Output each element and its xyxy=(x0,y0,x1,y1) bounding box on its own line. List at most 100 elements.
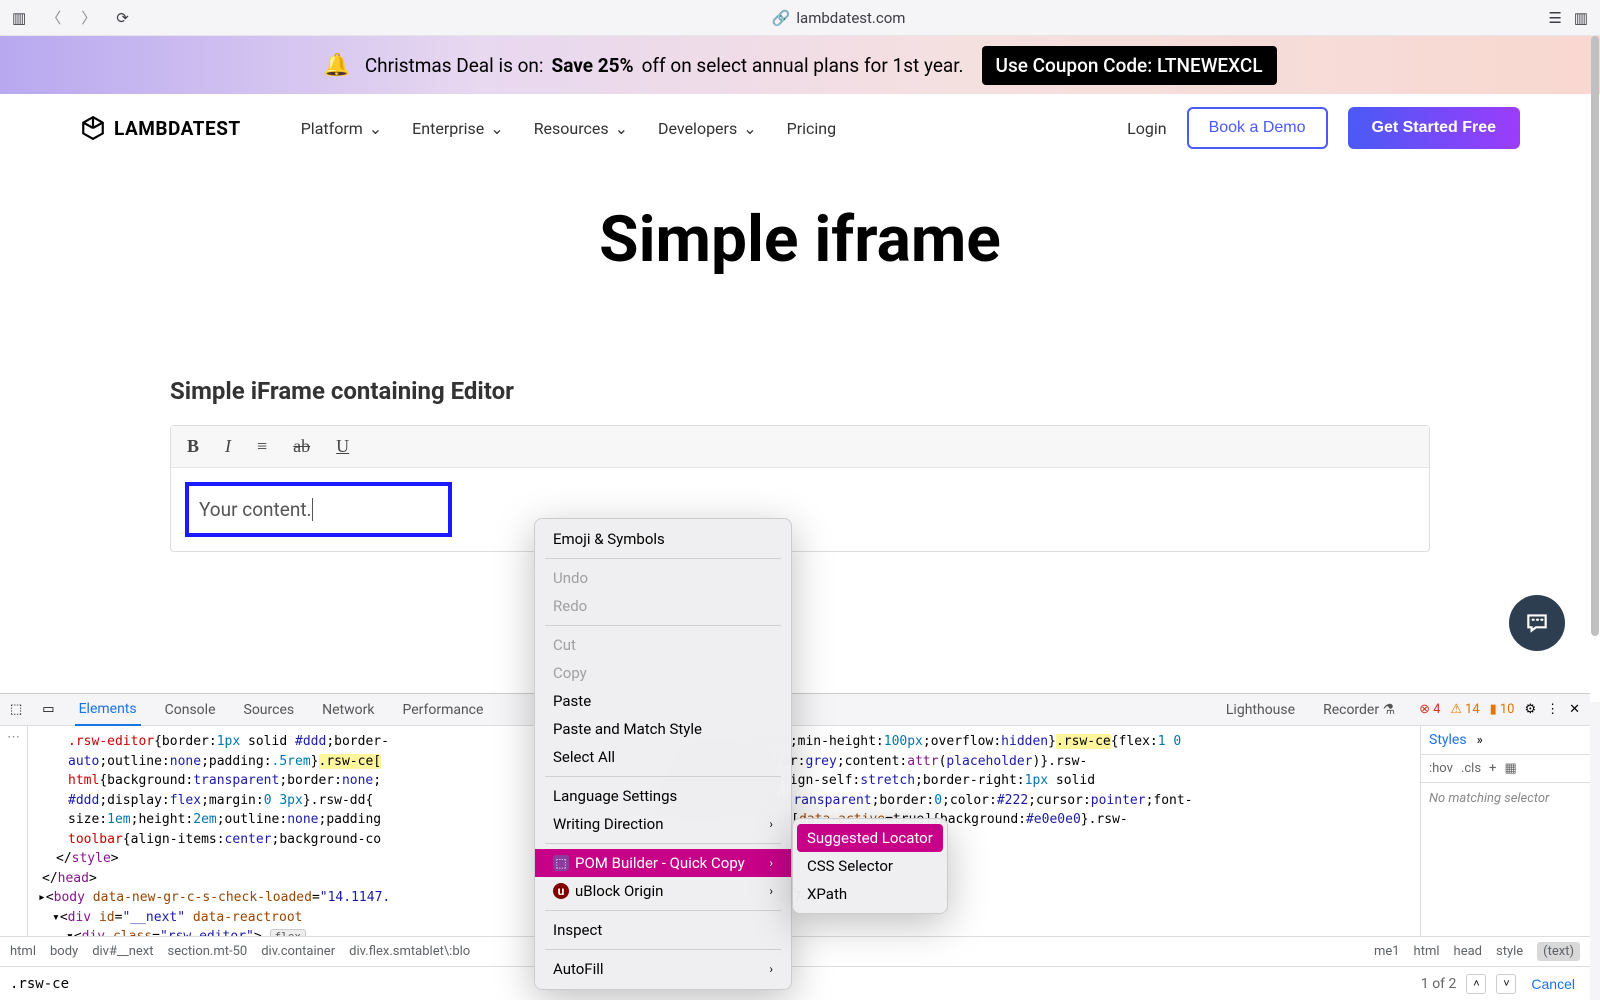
chevron-right-icon: › xyxy=(769,884,773,898)
styles-tab[interactable]: Styles xyxy=(1429,732,1467,748)
tabs-icon[interactable]: ▥ xyxy=(1574,9,1588,27)
pom-submenu: Suggested Locator CSS Selector XPath xyxy=(792,818,948,914)
cm-copy: Copy xyxy=(535,659,791,687)
cm-emoji[interactable]: Emoji & Symbols xyxy=(535,525,791,553)
no-match-msg: No matching selector xyxy=(1421,783,1590,814)
cm-ublock[interactable]: uuBlock Origin› xyxy=(535,877,791,905)
crumb[interactable]: html xyxy=(1414,944,1440,959)
cm-inspect[interactable]: Inspect xyxy=(535,916,791,944)
dt-search-bar: 1 of 2 ˄ ˅ Cancel xyxy=(0,966,1590,1000)
device-toggle-icon[interactable]: ▭ xyxy=(42,702,54,717)
chevron-down-icon: ⌄ xyxy=(743,119,756,138)
get-started-button[interactable]: Get Started Free xyxy=(1348,107,1520,149)
bold-button[interactable]: B xyxy=(187,436,199,457)
chat-icon xyxy=(1524,610,1550,636)
dt-breadcrumbs[interactable]: html body div#__next section.mt-50 div.c… xyxy=(0,936,1590,966)
cm-lang[interactable]: Language Settings xyxy=(535,782,791,810)
nav-platform[interactable]: Platform⌄ xyxy=(301,119,382,138)
cm-writing[interactable]: Writing Direction› xyxy=(535,810,791,838)
dt-search-next[interactable]: ˅ xyxy=(1496,974,1516,994)
cm-cut: Cut xyxy=(535,631,791,659)
cm-select-all[interactable]: Select All xyxy=(535,743,791,771)
chevron-right-icon: › xyxy=(769,856,773,870)
nav-enterprise[interactable]: Enterprise⌄ xyxy=(412,119,504,138)
dt-search-cancel[interactable]: Cancel xyxy=(1530,975,1576,993)
page-scrollbar[interactable] xyxy=(1590,36,1600,696)
back-icon[interactable]: 〈 xyxy=(46,7,61,28)
cm-paste[interactable]: Paste xyxy=(535,687,791,715)
url-text[interactable]: lambdatest.com xyxy=(796,9,905,27)
editor-toolbar: B I ≡ ab U xyxy=(171,426,1429,468)
promo-suffix: off on select annual plans for 1st year. xyxy=(642,54,964,77)
browser-toolbar: ▥ 〈 〉 ⟳ 🔗 lambdatest.com ☰ ▥ xyxy=(0,0,1600,36)
crumb[interactable]: body xyxy=(50,944,78,959)
cls-toggle[interactable]: .cls xyxy=(1461,761,1481,776)
dt-tab-sources[interactable]: Sources xyxy=(240,695,299,725)
nav-developers[interactable]: Developers⌄ xyxy=(658,119,757,138)
nav-pricing[interactable]: Pricing xyxy=(787,119,837,138)
sidebar-toggle-icon[interactable]: ▥ xyxy=(12,9,26,27)
crumb-selected[interactable]: (text) xyxy=(1537,942,1580,961)
filter-icon[interactable]: ▦ xyxy=(1504,761,1516,776)
cm-undo: Undo xyxy=(535,564,791,592)
cm-pom[interactable]: ⬚POM Builder - Quick Copy› xyxy=(535,849,791,877)
italic-button[interactable]: I xyxy=(225,436,231,457)
crumb[interactable]: div.container xyxy=(261,944,335,959)
page-content: Simple iframe Simple iFrame containing E… xyxy=(0,162,1600,702)
cm-redo: Redo xyxy=(535,592,791,620)
dt-tab-lighthouse[interactable]: Lighthouse xyxy=(1222,695,1299,725)
nav-resources[interactable]: Resources⌄ xyxy=(534,119,628,138)
styles-more-icon[interactable]: » xyxy=(1477,733,1483,748)
dt-tab-recorder[interactable]: Recorder ⚗ xyxy=(1319,695,1399,725)
dt-search-prev[interactable]: ˄ xyxy=(1466,974,1486,994)
strike-button[interactable]: ab xyxy=(293,436,310,457)
reader-icon[interactable]: ☰ xyxy=(1548,9,1561,27)
crumb[interactable]: html xyxy=(10,944,36,959)
dt-tab-elements[interactable]: Elements xyxy=(75,694,141,726)
sm-xpath[interactable]: XPath xyxy=(793,880,947,908)
info-badge[interactable]: ▮ 10 xyxy=(1490,702,1515,717)
more-icon[interactable]: ⋮ xyxy=(1546,702,1559,717)
forward-icon[interactable]: 〉 xyxy=(81,7,96,28)
link-icon: 🔗 xyxy=(772,9,791,27)
close-icon[interactable]: ✕ xyxy=(1569,702,1580,717)
warning-badge[interactable]: ⚠ 14 xyxy=(1450,702,1479,717)
crumb[interactable]: div.flex.smtablet\:blo xyxy=(349,944,470,959)
chat-bubble[interactable] xyxy=(1509,595,1565,651)
editor-highlighted[interactable]: Your content. xyxy=(185,482,452,537)
inspect-icon[interactable]: ⬚ xyxy=(10,702,22,717)
crumb[interactable]: section.mt-50 xyxy=(168,944,248,959)
crumb[interactable]: div#__next xyxy=(92,944,153,959)
error-badge[interactable]: ⊗ 4 xyxy=(1419,702,1440,717)
logo-text: LAMBDATEST xyxy=(114,117,241,140)
devtools-tabs: ⬚ ▭ Elements Console Sources Network Per… xyxy=(0,694,1590,726)
crumb[interactable]: style xyxy=(1496,944,1523,959)
crumb[interactable]: me1 xyxy=(1374,944,1400,959)
page-title: Simple iframe xyxy=(0,202,1600,277)
dt-tab-console[interactable]: Console xyxy=(161,695,220,725)
sm-suggested[interactable]: Suggested Locator xyxy=(797,824,943,852)
editor-content[interactable]: Your content. xyxy=(171,468,1429,551)
dt-styles-panel: Styles » :hov .cls + ▦ No matching selec… xyxy=(1420,726,1590,936)
reload-icon[interactable]: ⟳ xyxy=(116,9,129,27)
main-nav: LAMBDATEST Platform⌄ Enterprise⌄ Resourc… xyxy=(0,94,1600,162)
cm-autofill[interactable]: AutoFill› xyxy=(535,955,791,983)
sm-css[interactable]: CSS Selector xyxy=(793,852,947,880)
add-rule-button[interactable]: + xyxy=(1489,761,1496,776)
chevron-right-icon: › xyxy=(769,817,773,831)
dt-tab-performance[interactable]: Performance xyxy=(398,695,487,725)
gear-icon[interactable]: ⚙ xyxy=(1524,702,1536,717)
cm-paste-match[interactable]: Paste and Match Style xyxy=(535,715,791,743)
list-button[interactable]: ≡ xyxy=(257,436,267,457)
chevron-right-icon: › xyxy=(769,962,773,976)
crumb[interactable]: head xyxy=(1454,944,1482,959)
promo-coupon[interactable]: Use Coupon Code: LTNEWEXCL xyxy=(982,46,1277,85)
hov-toggle[interactable]: :hov xyxy=(1429,761,1453,776)
pom-icon: ⬚ xyxy=(553,855,569,871)
dt-tab-network[interactable]: Network xyxy=(318,695,378,725)
underline-button[interactable]: U xyxy=(336,436,349,457)
page-subtitle: Simple iFrame containing Editor xyxy=(170,377,1600,405)
book-demo-button[interactable]: Book a Demo xyxy=(1187,107,1328,149)
login-link[interactable]: Login xyxy=(1127,119,1166,138)
logo[interactable]: LAMBDATEST xyxy=(80,115,241,141)
